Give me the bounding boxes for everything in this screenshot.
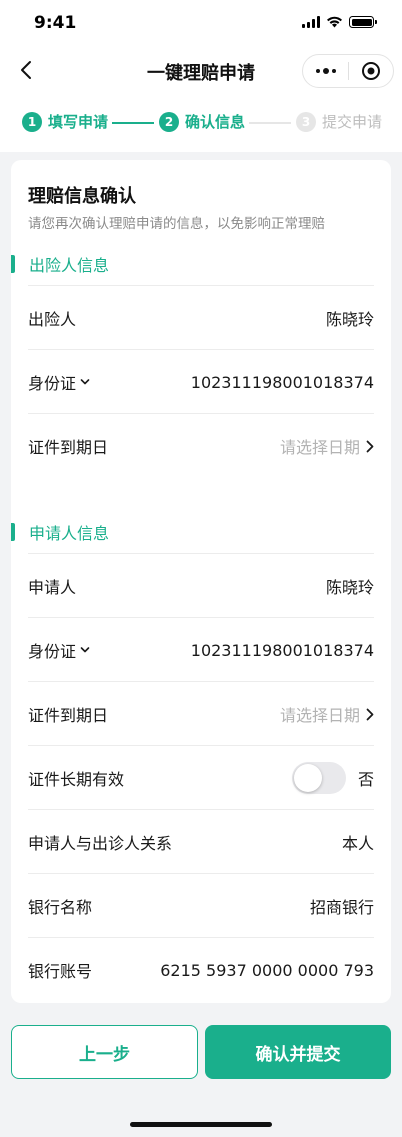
long-term-toggle[interactable] <box>291 762 346 794</box>
date-placeholder: 请选择日期 <box>279 706 360 725</box>
field-value: 招商银行 <box>309 898 374 917</box>
row-applicant-id: 身份证 102311198001018374 <box>28 618 374 682</box>
top-area: 9:41 一键理赔申请 1 填写申请 2 确认信息 3 提交申请 <box>0 0 402 152</box>
row-long-term-valid: 证件长期有效 否 <box>28 746 374 810</box>
step-label: 填写申请 <box>48 113 109 131</box>
step-connector-pending <box>249 122 291 124</box>
chevron-down-icon <box>80 647 90 653</box>
date-placeholder: 请选择日期 <box>279 438 360 457</box>
section-accent-bar <box>11 523 15 541</box>
field-label: 证件到期日 <box>28 438 109 457</box>
step-number: 3 <box>296 111 316 132</box>
nav-bar: 一键理赔申请 <box>0 46 402 96</box>
more-button[interactable] <box>303 55 348 87</box>
row-applicant-expiry[interactable]: 证件到期日 请选择日期 <box>28 682 374 746</box>
field-value: 陈晓玲 <box>325 578 374 597</box>
step-fill-application: 1 填写申请 <box>22 111 108 132</box>
field-value: 本人 <box>341 834 374 853</box>
row-insured-name: 出险人 陈晓玲 <box>28 286 374 350</box>
field-label: 银行名称 <box>28 898 93 917</box>
field-label: 申请人与出诊人关系 <box>28 834 173 853</box>
claim-info-card: 理赔信息确认 请您再次确认理赔申请的信息，以免影响正常理赔 出险人信息 出险人 … <box>11 160 391 1003</box>
row-bank-name: 银行名称 招商银行 <box>28 874 374 938</box>
row-applicant-name: 申请人 陈晓玲 <box>28 554 374 618</box>
chevron-right-icon <box>366 440 374 452</box>
row-relation: 申请人与出诊人关系 本人 <box>28 810 374 874</box>
previous-step-button[interactable]: 上一步 <box>11 1025 198 1079</box>
section-accent-bar <box>11 255 15 273</box>
step-submit-application: 3 提交申请 <box>296 111 382 132</box>
battery-icon <box>349 16 377 28</box>
section-header-insured: 出险人信息 <box>11 253 109 275</box>
target-close-icon <box>361 62 380 80</box>
field-label: 身份证 <box>28 374 77 393</box>
status-time: 9:41 <box>34 13 77 33</box>
field-label: 身份证 <box>28 642 77 661</box>
toggle-knob <box>293 764 322 792</box>
wifi-icon <box>327 16 342 28</box>
section-header-applicant: 申请人信息 <box>11 521 109 543</box>
field-label: 申请人 <box>28 578 77 597</box>
home-indicator <box>130 1122 272 1127</box>
step-connector-done <box>112 122 154 124</box>
id-number-value: 102311198001018374 <box>190 640 374 660</box>
field-label: 证件到期日 <box>28 706 109 725</box>
close-mini-program-button[interactable] <box>349 55 393 87</box>
step-number: 2 <box>159 111 179 132</box>
field-label: 出险人 <box>28 310 77 329</box>
section-title: 申请人信息 <box>29 524 110 543</box>
step-label: 确认信息 <box>185 113 246 131</box>
field-label: 银行账号 <box>28 962 93 981</box>
date-picker[interactable]: 请选择日期 <box>280 434 374 458</box>
id-type-selector[interactable]: 身份证 <box>28 638 90 662</box>
field-value: 6215 5937 0000 0000 793 <box>160 960 374 980</box>
long-term-control: 否 <box>291 762 374 794</box>
field-value: 陈晓玲 <box>325 310 374 329</box>
card-subtitle: 请您再次确认理赔申请的信息，以免影响正常理赔 <box>28 216 325 232</box>
status-bar: 9:41 <box>0 0 402 46</box>
date-picker[interactable]: 请选择日期 <box>280 702 374 726</box>
chevron-down-icon <box>80 379 90 385</box>
row-insured-id: 身份证 102311198001018374 <box>28 350 374 414</box>
more-dot-icon <box>322 68 329 74</box>
toggle-state-text: 否 <box>357 770 374 789</box>
row-bank-account: 银行账号 6215 5937 0000 0000 793 <box>28 938 374 1002</box>
step-number: 1 <box>22 111 42 132</box>
section-title: 出险人信息 <box>29 256 110 275</box>
mini-program-capsule <box>302 54 394 88</box>
status-icons <box>302 16 377 28</box>
chevron-right-icon <box>366 708 374 720</box>
id-number-value: 102311198001018374 <box>190 372 374 392</box>
confirm-submit-button[interactable]: 确认并提交 <box>205 1025 391 1079</box>
card-title: 理赔信息确认 <box>28 186 136 207</box>
row-insured-expiry[interactable]: 证件到期日 请选择日期 <box>28 414 374 478</box>
id-type-selector[interactable]: 身份证 <box>28 370 90 394</box>
step-confirm-info: 2 确认信息 <box>159 111 245 132</box>
step-label: 提交申请 <box>322 113 383 131</box>
more-dot-icon <box>331 69 336 73</box>
more-dot-icon <box>315 69 320 73</box>
progress-stepper: 1 填写申请 2 确认信息 3 提交申请 <box>0 96 402 152</box>
field-label: 证件长期有效 <box>28 770 125 789</box>
cellular-signal-icon <box>302 16 320 28</box>
